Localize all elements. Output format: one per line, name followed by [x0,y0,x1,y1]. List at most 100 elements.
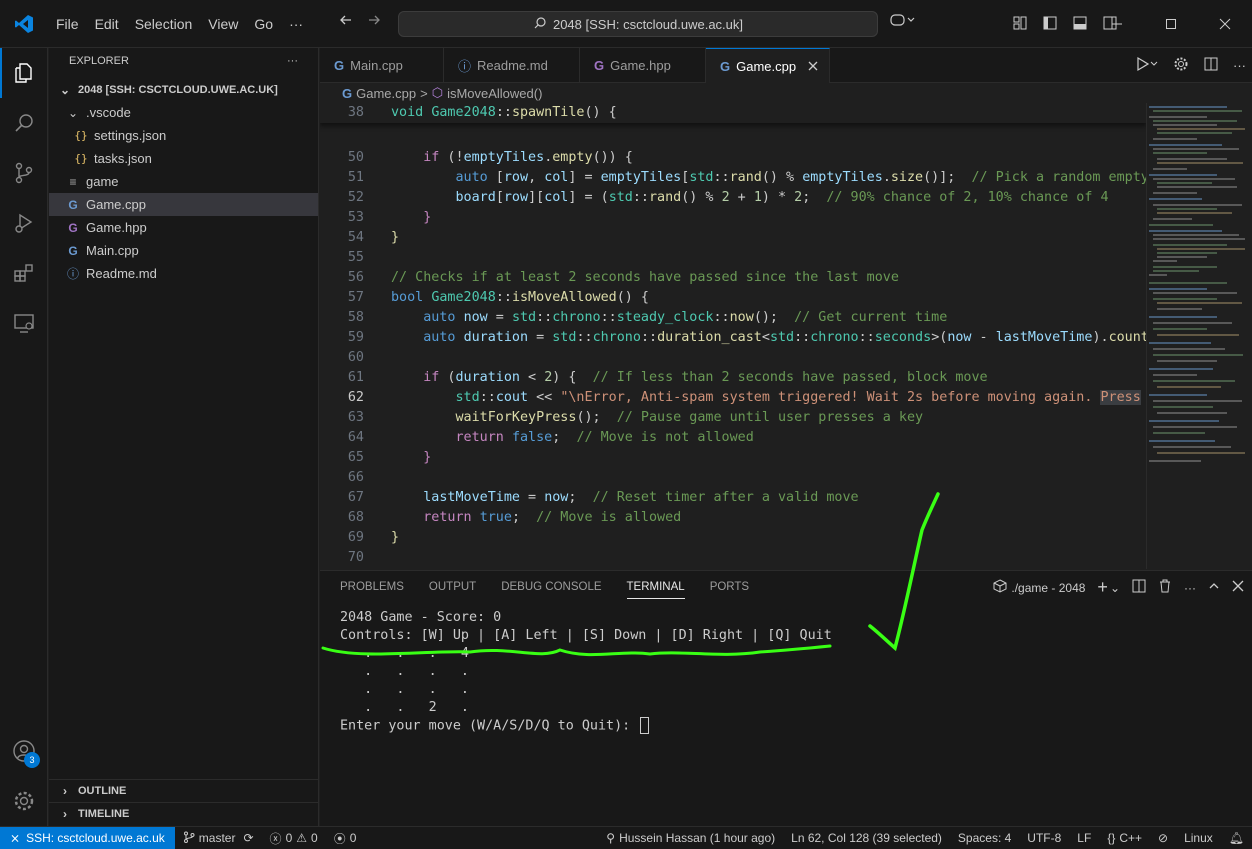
json-file-icon: {} [74,129,88,142]
sync-icon[interactable]: ⟳ [243,831,253,845]
file-game-cpp[interactable]: G Game.cpp [49,193,318,216]
file-tasks-json[interactable]: {} tasks.json [49,147,318,170]
close-window-icon[interactable] [1198,0,1252,48]
maximize-icon[interactable] [1144,0,1198,48]
close-tab-icon[interactable] [808,59,818,74]
forward-arrow-icon[interactable] [366,12,382,31]
split-terminal-icon[interactable] [1132,579,1146,596]
menu-selection[interactable]: Selection [127,0,201,48]
more-actions-icon[interactable]: ··· [1233,58,1246,73]
hpp-file-icon: G [68,220,78,235]
explorer-more-icon[interactable]: ··· [287,55,298,67]
settings-gear-icon[interactable] [1173,56,1189,75]
menu-view[interactable]: View [200,0,246,48]
code-text: return true; // Move is allowed [423,510,682,525]
menu-go[interactable]: Go [246,0,281,48]
trash-icon[interactable] [1158,579,1172,596]
extensions-icon[interactable] [0,248,48,298]
problems-indicator[interactable]: ⓧ 0 ⚠ 0 [262,830,326,847]
file-readme-md[interactable]: ⓘ Readme.md [49,262,318,285]
tab-game-cpp[interactable]: G Game.cpp [706,48,830,83]
terminal-name[interactable]: ./game - 2048 [1011,581,1085,595]
new-terminal-icon[interactable]: + [1097,577,1108,598]
line-number: 60 [347,350,364,365]
editor-tabs: G Main.cpp ⓘ Readme.md G Game.hpp G Game… [320,48,1252,83]
tab-game-hpp[interactable]: G Game.hpp [580,48,706,83]
tab-ports[interactable]: PORTS [710,581,749,593]
chevron-right-icon: › [63,784,67,798]
terminal-line: Controls: [W] Up | [A] Left | [S] Down |… [340,628,832,643]
branch-indicator[interactable]: master ⟳ [175,831,262,846]
settings-gear-icon[interactable] [0,776,48,826]
split-editor-icon[interactable] [1203,56,1219,75]
git-blame[interactable]: ⚲ Hussein Hassan (1 hour ago) [598,831,783,845]
os-indicator[interactable]: Linux [1176,831,1221,845]
file-game[interactable]: ≡ game [49,170,318,193]
remote-label: SSH: csctcloud.uwe.ac.uk [26,831,165,845]
terminal-output[interactable]: 2048 Game - Score: 0 Controls: [W] Up | … [340,609,832,735]
menu-file[interactable]: File [48,0,87,48]
ports-indicator[interactable]: ⦿ 0 [326,830,365,847]
file-settings-json[interactable]: {} settings.json [49,124,318,147]
toggle-panel-icon[interactable] [1072,15,1088,34]
menu-more[interactable]: ··· [281,0,311,48]
workspace-root[interactable]: ⌄ 2048 [SSH: CSCTCLOUD.UWE.AC.UK] [49,78,318,101]
code-text: } [423,450,432,465]
source-control-icon[interactable] [0,148,48,198]
file-main-cpp[interactable]: G Main.cpp [49,239,318,262]
copilot-icon[interactable] [890,12,916,31]
folder-vscode[interactable]: ⌄ .vscode [49,101,318,124]
tab-terminal[interactable]: TERMINAL [626,575,685,599]
code-text: } [423,210,432,225]
code-line: 51 auto [row, col] = emptyTiles[std::ran… [320,168,1146,188]
minimize-icon[interactable] [1090,0,1144,48]
outline-section[interactable]: › OUTLINE [49,779,319,802]
remote-explorer-icon[interactable] [0,298,48,348]
command-center-search[interactable]: 2048 [SSH: csctcloud.uwe.ac.uk] [398,11,878,37]
copilot-status-icon[interactable]: ⊘ [1150,831,1176,845]
customize-layout-icon[interactable] [1012,15,1028,34]
more-actions-icon[interactable]: ··· [1184,581,1196,595]
language-mode[interactable]: {} C++ [1099,831,1150,845]
accounts-icon[interactable]: 3 [0,726,48,776]
tab-main-cpp[interactable]: G Main.cpp [320,48,444,83]
menu-edit[interactable]: Edit [87,0,127,48]
tab-debug-console[interactable]: DEBUG CONSOLE [501,581,601,593]
tab-output[interactable]: OUTPUT [429,581,476,593]
breadcrumb: G Game.cpp > ⬡ isMoveAllowed() [320,83,1252,103]
toggle-sidebar-icon[interactable] [1042,15,1058,34]
code-line: 64 return false; // Move is not allowed [320,428,1146,448]
run-debug-icon[interactable] [0,198,48,248]
back-arrow-icon[interactable] [338,12,354,31]
branch-label: master [198,831,236,845]
folder-label: .vscode [86,105,131,120]
code-text: void Game2048::spawnTile() { [391,105,617,120]
encoding[interactable]: UTF-8 [1019,831,1069,845]
file-game-hpp[interactable]: G Game.hpp [49,216,318,239]
explorer-icon[interactable] [0,48,48,98]
breadcrumb-file[interactable]: Game.cpp [356,86,416,101]
language-label: C++ [1119,831,1143,845]
cursor-position[interactable]: Ln 62, Col 128 (39 selected) [783,831,950,845]
explorer-header: EXPLORER ··· [49,48,318,74]
code-editor[interactable]: 38 void Game2048::spawnTile() { 50 if (!e… [320,103,1146,569]
remote-indicator[interactable]: ⨯ SSH: csctcloud.uwe.ac.uk [0,827,175,849]
line-number: 38 [347,105,364,120]
breadcrumb-symbol[interactable]: isMoveAllowed() [447,86,542,101]
tab-problems[interactable]: PROBLEMS [340,581,404,593]
timeline-section[interactable]: › TIMELINE [49,802,319,825]
code-line: 56 // Checks if at least 2 seconds have p… [320,268,1146,288]
close-panel-icon[interactable] [1232,580,1244,595]
maximize-panel-icon[interactable] [1208,580,1220,595]
tab-readme-md[interactable]: ⓘ Readme.md [444,48,580,83]
end-of-line[interactable]: LF [1069,831,1099,845]
indentation[interactable]: Spaces: 4 [950,831,1019,845]
line-number: 62 [347,390,364,405]
chevron-down-icon[interactable]: ⌄ [1110,581,1120,595]
run-file-icon[interactable] [1135,56,1159,75]
notifications-bell-icon[interactable]: 🔔︎ [1221,831,1252,845]
minimap[interactable] [1146,103,1252,569]
line-number: 57 [347,290,364,305]
line-number: 67 [347,490,364,505]
search-view-icon[interactable] [0,98,48,148]
